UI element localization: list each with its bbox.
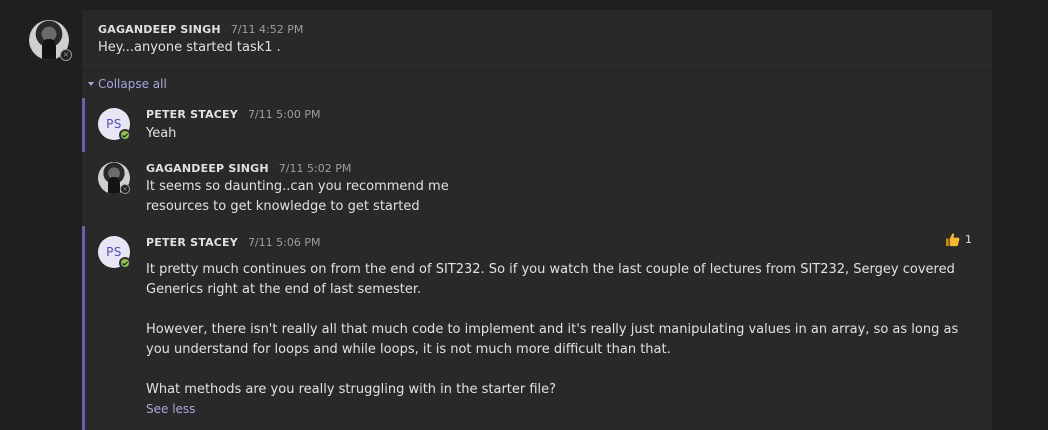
message-author[interactable]: GAGANDEEP SINGH	[146, 162, 269, 175]
status-away-icon: ×	[60, 49, 72, 61]
reply-message[interactable]: PS PETER STACEY 7/11 5:00 PM Yeah	[82, 98, 992, 152]
reply-message[interactable]: PS PETER STACEY 7/11 5:06 PM 1 It pretty…	[82, 226, 992, 430]
message-paragraph: It pretty much continues on from the end…	[146, 262, 955, 297]
message-text: Hey...anyone started task1 .	[98, 40, 281, 55]
conversation-thread: GAGANDEEP SINGH 7/11 4:52 PM Hey...anyon…	[82, 10, 992, 430]
message-timestamp: 7/11 4:52 PM	[230, 23, 304, 36]
message-author[interactable]: PETER STACEY	[146, 236, 238, 249]
message-text-line: It seems so daunting..can you recommend …	[146, 179, 449, 194]
status-away-icon: ×	[120, 184, 130, 194]
status-available-icon	[119, 257, 131, 269]
root-message[interactable]: GAGANDEEP SINGH 7/11 4:52 PM Hey...anyon…	[82, 10, 992, 70]
see-less-link[interactable]: See less	[146, 402, 195, 416]
message-text: Yeah	[146, 126, 177, 141]
message-author[interactable]: GAGANDEEP SINGH	[98, 23, 221, 36]
collapse-all-label: Collapse all	[98, 77, 167, 91]
message-text-line: resources to get knowledge to get starte…	[146, 199, 420, 214]
collapse-all-button[interactable]: Collapse all	[88, 77, 167, 91]
status-available-icon	[119, 129, 131, 141]
message-author[interactable]: PETER STACEY	[146, 108, 238, 121]
thumbs-up-icon	[945, 233, 960, 247]
chevron-down-icon	[88, 82, 94, 86]
reply-message[interactable]: × GAGANDEEP SINGH 7/11 5:02 PM It seems …	[82, 152, 992, 224]
like-reaction[interactable]: 1	[945, 232, 972, 247]
reaction-count: 1	[965, 233, 972, 246]
message-paragraph: However, there isn't really all that muc…	[146, 322, 959, 357]
message-timestamp: 7/11 5:00 PM	[247, 108, 321, 121]
message-paragraph: What methods are you really struggling w…	[146, 382, 557, 397]
message-timestamp: 7/11 5:06 PM	[247, 236, 321, 249]
divider	[82, 70, 992, 71]
message-timestamp: 7/11 5:02 PM	[278, 162, 352, 175]
